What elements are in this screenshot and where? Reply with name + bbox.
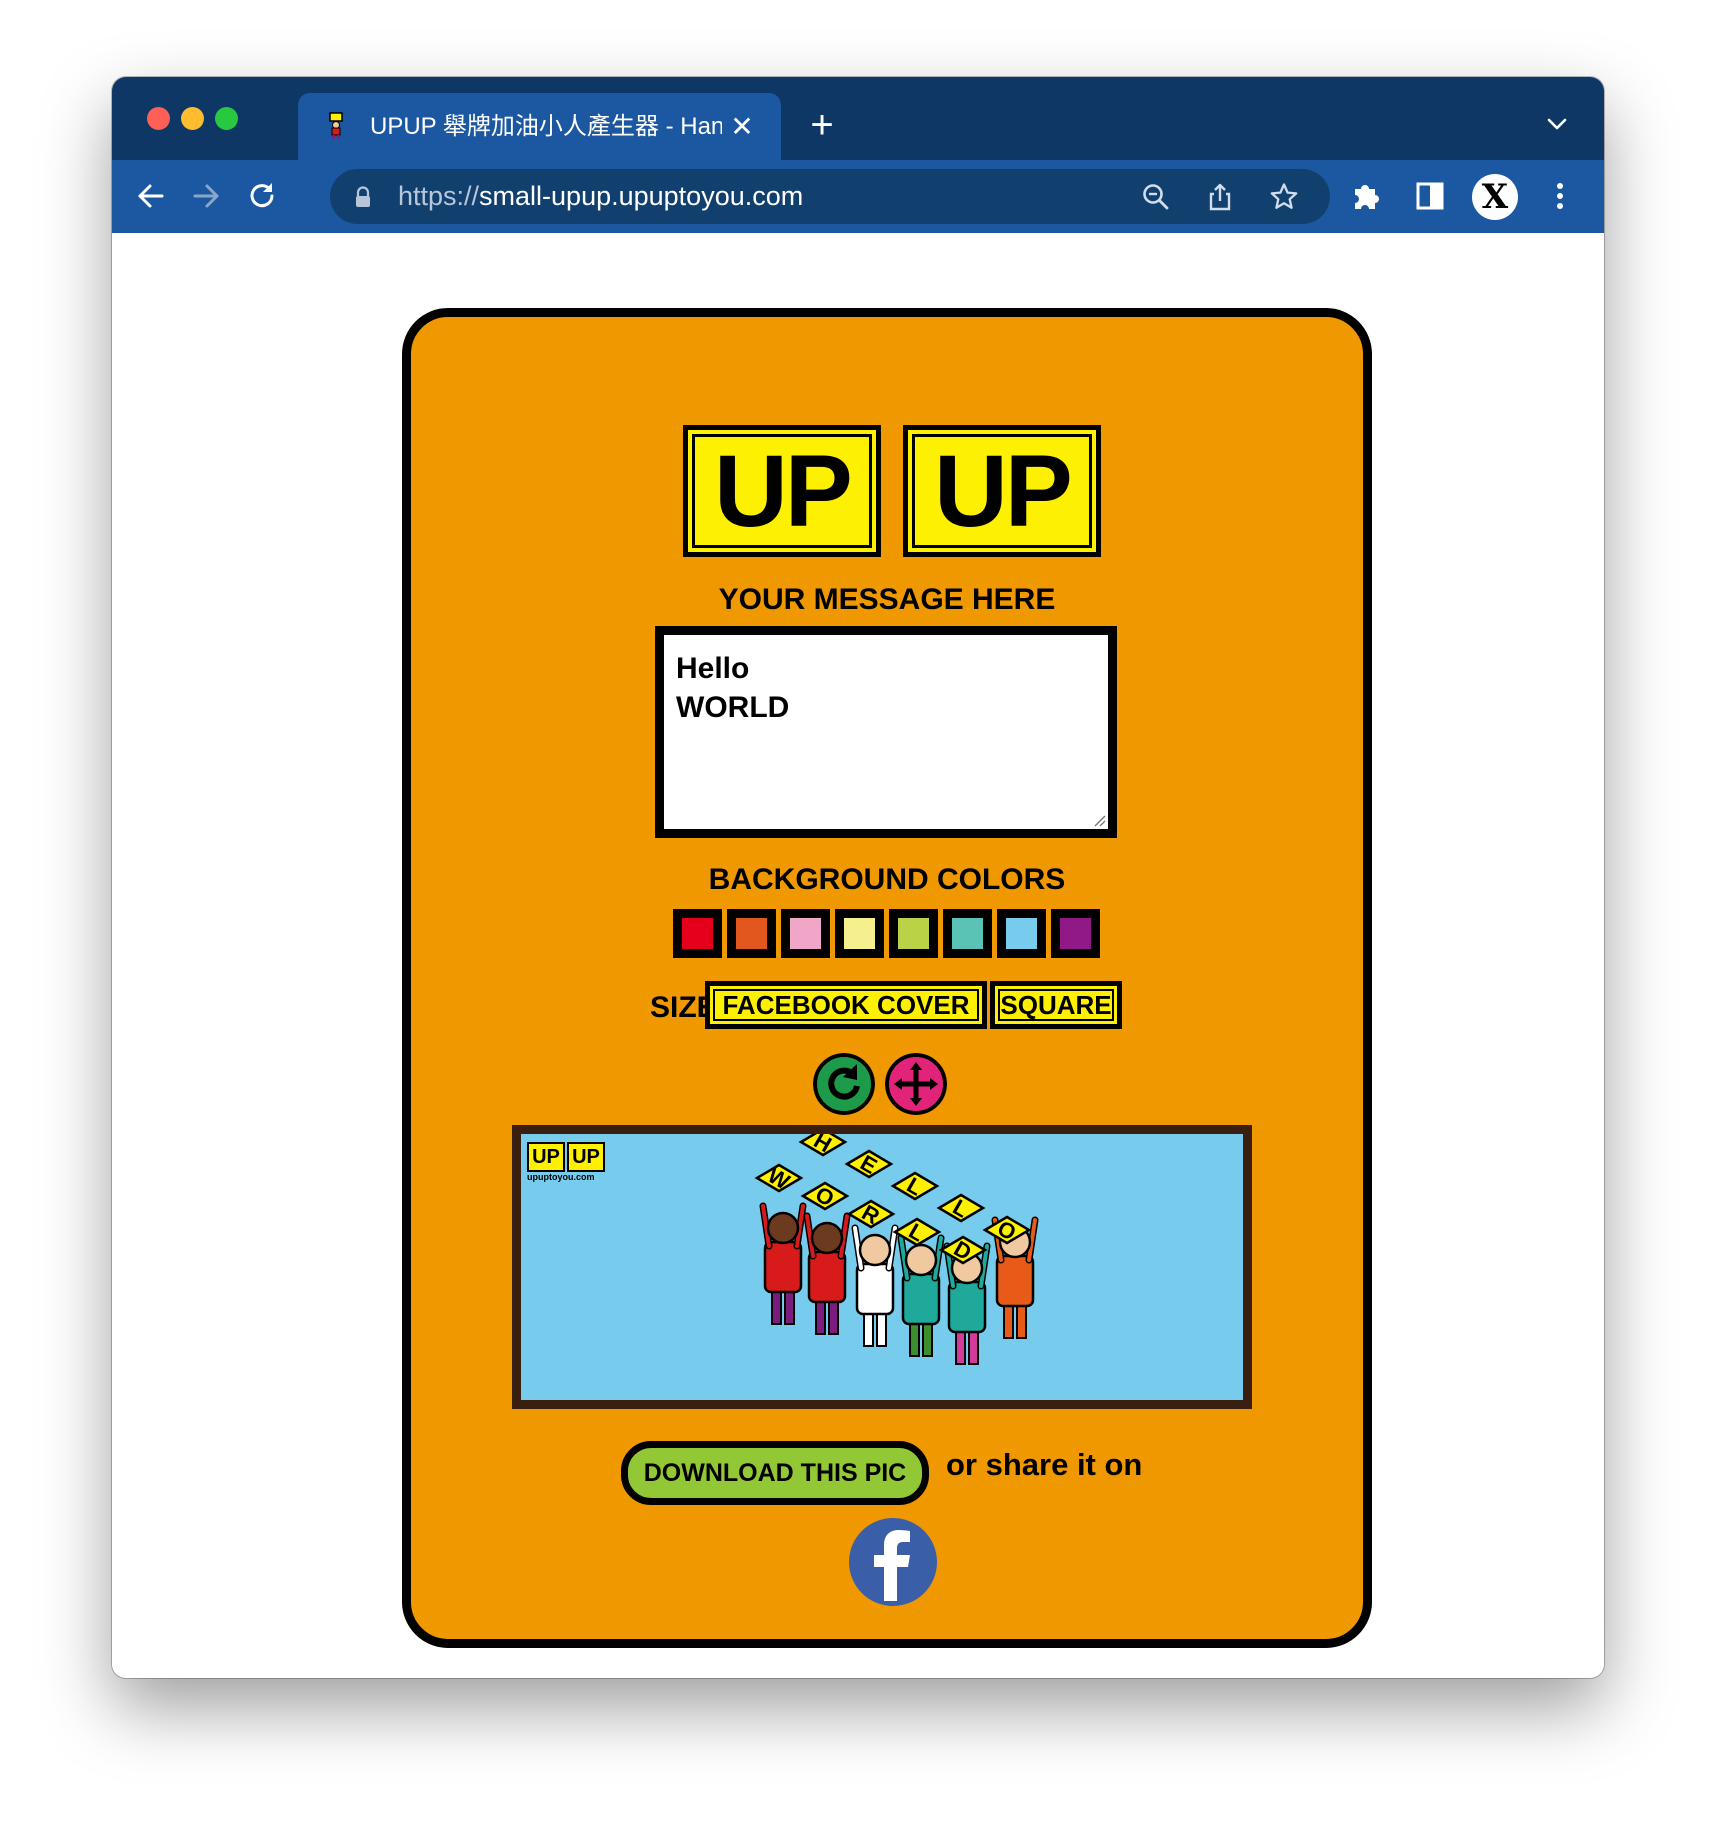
tab-title: UPUP 舉牌加油小人產生器 - Hand <box>370 113 722 140</box>
zoom-window-button[interactable] <box>215 107 238 130</box>
chevron-down-icon[interactable] <box>1542 109 1572 139</box>
person-body <box>995 1254 1035 1308</box>
size-facebook-cover-button[interactable]: FACEBOOK COVER <box>705 981 987 1029</box>
minimize-window-button[interactable] <box>181 107 204 130</box>
color-swatch[interactable] <box>889 909 938 958</box>
color-swatch[interactable] <box>673 909 722 958</box>
color-swatch-fill <box>736 918 767 949</box>
preview-crowd-illustration: HELLOWORLD <box>754 1134 1039 1365</box>
lock-icon[interactable] <box>354 186 372 208</box>
download-button[interactable]: DOWNLOAD THIS PIC <box>621 1441 929 1505</box>
profile-avatar[interactable]: X <box>1472 174 1518 220</box>
share-icon[interactable] <box>1204 181 1236 213</box>
color-swatch[interactable] <box>835 909 884 958</box>
logo-up-right: UP <box>903 425 1101 557</box>
back-arrow-icon[interactable] <box>131 176 171 216</box>
preview-image: UP UP upuptoyou.com HELLOWORLD <box>512 1125 1252 1409</box>
resize-handle-icon[interactable] <box>1092 813 1106 827</box>
page-content: UP UP YOUR MESSAGE HERE Hello WORLD BACK… <box>112 233 1604 1678</box>
message-label: YOUR MESSAGE HERE <box>718 583 1056 616</box>
browser-tab[interactable]: UPUP 舉牌加油小人產生器 - Hand ✕ <box>298 93 781 160</box>
close-window-button[interactable] <box>147 107 170 130</box>
favicon-icon <box>329 112 343 139</box>
share-text: or share it on <box>946 1447 1143 1482</box>
logo-up-left: UP <box>683 425 881 557</box>
person-leg <box>922 1321 933 1357</box>
refresh-icon[interactable] <box>813 1053 875 1115</box>
forward-arrow-icon[interactable] <box>186 176 226 216</box>
color-swatch[interactable] <box>997 909 1046 958</box>
person-leg <box>771 1289 782 1325</box>
generator-card: UP UP YOUR MESSAGE HERE Hello WORLD BACK… <box>402 308 1372 1648</box>
reload-icon[interactable] <box>242 176 282 216</box>
color-swatch[interactable] <box>781 909 830 958</box>
person-head <box>810 1221 844 1255</box>
logo-text-left: UP <box>714 434 853 548</box>
message-value[interactable]: Hello WORLD <box>676 649 789 727</box>
person-leg <box>784 1289 795 1325</box>
sign-letter: W <box>764 1162 795 1194</box>
person-leg <box>1003 1303 1014 1339</box>
bg-colors-label: BACKGROUND COLORS <box>708 863 1066 896</box>
person-leg <box>955 1329 966 1365</box>
person-head <box>904 1243 938 1277</box>
sign-letter: O <box>811 1181 838 1211</box>
color-swatch-fill <box>898 918 929 949</box>
person-leg <box>815 1299 826 1335</box>
color-swatch-fill <box>1006 918 1037 949</box>
url-scheme: https:// <box>398 181 480 211</box>
url-text[interactable]: https://small-upup.upuptoyou.com <box>398 169 803 224</box>
person-head <box>766 1211 800 1245</box>
color-swatch-fill <box>844 918 875 949</box>
move-icon[interactable] <box>885 1053 947 1115</box>
tab-bar: UPUP 舉牌加油小人產生器 - Hand ✕ + <box>112 77 1604 160</box>
person-body <box>763 1240 803 1294</box>
person-body <box>901 1272 941 1326</box>
url-host: small-upup.upuptoyou.com <box>479 181 804 211</box>
person-leg <box>828 1299 839 1335</box>
color-swatch-fill <box>1060 918 1091 949</box>
bookmark-star-icon[interactable] <box>1268 181 1300 213</box>
color-swatch-fill <box>682 918 713 949</box>
size-square-button[interactable]: SQUARE <box>990 981 1122 1029</box>
browser-toolbar: https://small-upup.upuptoyou.com X <box>112 160 1604 233</box>
tab-close-icon[interactable]: ✕ <box>726 111 758 143</box>
message-input[interactable]: Hello WORLD <box>655 626 1117 838</box>
new-tab-button[interactable]: + <box>802 105 842 145</box>
more-menu-icon[interactable] <box>1542 178 1578 214</box>
extensions-icon[interactable] <box>1348 178 1384 214</box>
person-leg <box>1016 1303 1027 1339</box>
address-bar[interactable]: https://small-upup.upuptoyou.com <box>330 169 1330 224</box>
zoom-icon[interactable] <box>1140 181 1172 213</box>
person-body <box>807 1250 847 1304</box>
color-swatch[interactable] <box>1051 909 1100 958</box>
color-swatch-fill <box>952 918 983 949</box>
person-leg <box>968 1329 979 1365</box>
person-head <box>858 1233 892 1267</box>
person-leg <box>909 1321 920 1357</box>
color-swatch-fill <box>790 918 821 949</box>
side-panel-icon[interactable] <box>1412 178 1448 214</box>
browser-window: UPUP 舉牌加油小人產生器 - Hand ✕ + https://small-… <box>112 77 1604 1678</box>
facebook-icon[interactable] <box>848 1517 938 1607</box>
logo-text-right: UP <box>934 434 1073 548</box>
person-leg <box>876 1311 887 1347</box>
person-leg <box>863 1311 874 1347</box>
person-body <box>855 1262 895 1316</box>
person-body <box>947 1280 987 1334</box>
color-swatch[interactable] <box>727 909 776 958</box>
color-swatch[interactable] <box>943 909 992 958</box>
